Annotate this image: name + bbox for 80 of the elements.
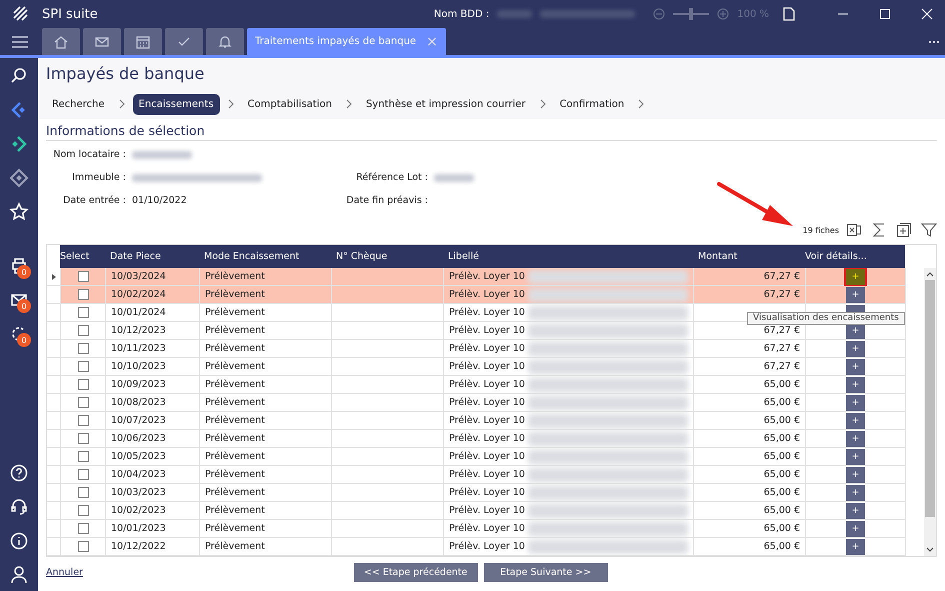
table-cell: 10/12/2022 [106,538,200,555]
field-label: Date fin préavis : [345,195,428,206]
table-cell: Prélèvement [200,502,332,519]
table-cell: 65,00 € [764,469,800,480]
table-cell: Prélèvement [200,466,332,483]
table-cell: 65,00 € [764,433,800,444]
table-cell: 10/08/2023 [106,394,200,411]
count-badge: 0 [17,265,31,279]
table-cell: 10/04/2023 [106,466,200,483]
table-cell: 65,00 € [764,505,800,516]
table-cell: 67,27 € [764,325,800,336]
table-cell: 10/03/2024 [106,268,200,285]
table-cell: Prélèv. Loyer 10 [449,397,525,408]
table-cell: 65,00 € [764,487,800,498]
table-cell: Prélèvement [200,286,332,303]
table-cell: Prélèvement [200,448,332,465]
table-cell: Prélèv. Loyer 10 [449,325,525,336]
field-label: Nom locataire : [52,149,126,160]
table-cell: Prélèvement [200,538,332,555]
table-cell: 10/07/2023 [106,412,200,429]
table-cell: 10/03/2023 [106,484,200,501]
table-cell: 67,27 € [764,343,800,354]
table-cell: 10/12/2023 [106,322,200,339]
table-cell: Prélèv. Loyer 10 [449,343,525,354]
section-title: Informations de sélection [46,123,937,141]
table-cell: Prélèv. Loyer 10 [449,415,525,426]
table-cell: 10/10/2023 [106,358,200,375]
table-cell: Prélèvement [200,322,332,339]
table-cell: Prélèv. Loyer 10 [449,505,525,516]
table-cell: 65,00 € [764,541,800,552]
zoom-reading: 100 % [737,8,769,20]
table-cell: 10/06/2023 [106,430,200,447]
table-cell: 10/01/2023 [106,520,200,537]
tab-label: Traitements impayés de banque [255,36,416,47]
table-cell: Prélèvement [200,340,332,357]
table-cell: 10/02/2023 [106,502,200,519]
table-cell: Prélèvement [200,430,332,447]
table-cell: 10/11/2023 [106,340,200,357]
table-cell: Prélèvement [200,484,332,501]
field-label: Référence Lot : [355,172,428,183]
table-cell: Prélèv. Loyer 10 [449,271,525,282]
table-cell: Prélèv. Loyer 10 [449,307,525,318]
table-cell: Prélèvement [200,412,332,429]
field-value: 01/10/2022 [132,195,187,206]
count-badge: 0 [17,333,31,347]
table-cell: Prélèvement [200,304,332,321]
table-cell: Prélèv. Loyer 10 [449,361,525,372]
table-cell: Prélèv. Loyer 10 [449,289,525,300]
table-cell: Prélèv. Loyer 10 [449,379,525,390]
table-cell: Prélèvement [200,268,332,285]
table-cell: 10/01/2024 [106,304,200,321]
table-cell: Prélèvement [200,376,332,393]
table-cell: Prélèvement [200,358,332,375]
table-cell: 65,00 € [764,397,800,408]
table-cell: 65,00 € [764,415,800,426]
page-title: Impayés de banque [46,64,206,83]
table-cell: Prélèv. Loyer 10 [449,541,525,552]
table-cell: Prélèvement [200,520,332,537]
table-cell: Prélèv. Loyer 10 [449,523,525,534]
table-cell: Prélèv. Loyer 10 [449,469,525,480]
table-cell: 67,27 € [764,271,800,282]
record-count: 19 fiches [802,226,839,234]
table-cell: Prélèv. Loyer 10 [449,433,525,444]
table-cell: 10/02/2024 [106,286,200,303]
table-cell: 10/05/2023 [106,448,200,465]
database-label: Nom BDD : [434,8,490,20]
field-label: Immeuble : [71,172,126,183]
table-cell: Prélèv. Loyer 10 [449,451,525,462]
table-cell: Prélèvement [200,394,332,411]
count-badge: 0 [17,299,31,313]
table-cell: 65,00 € [764,451,800,462]
table-cell: 10/09/2023 [106,376,200,393]
table-cell: 65,00 € [764,379,800,390]
table-cell: 67,27 € [764,289,800,300]
window-title: SPI suite [42,6,98,22]
table-cell: 65,00 € [764,523,800,534]
field-label: Date entrée : [62,195,126,206]
table-cell: Prélèv. Loyer 10 [449,487,525,498]
tooltip: Visualisation des encaissements [747,312,905,325]
table-cell: 67,27 € [764,361,800,372]
